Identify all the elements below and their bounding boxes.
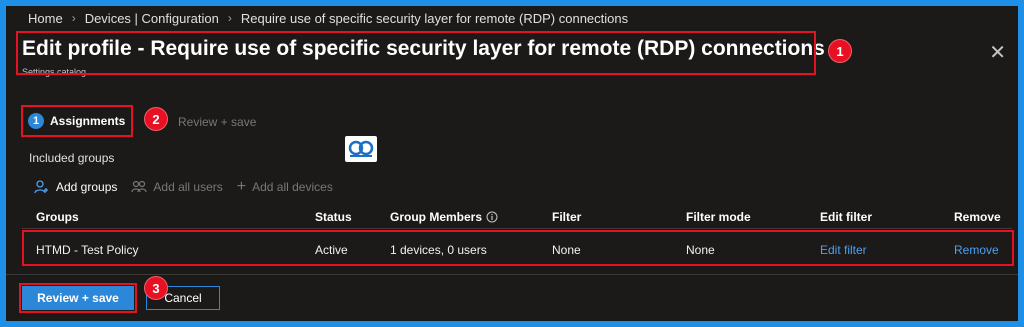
annotation-badge-3: 3 [144,276,168,300]
group-members-header-label: Group Members [390,210,483,224]
breadcrumb-current: Require use of specific security layer f… [240,11,629,26]
column-header-groups: Groups [36,210,79,224]
group-actions-toolbar: Add groups Add all users + Add all devic… [34,178,333,196]
add-groups-label: Add groups [56,180,118,194]
table-header-divider [22,228,1012,229]
chevron-right-icon: › [227,11,232,25]
highlight-title-box [16,31,816,75]
step-review-save: Review + save [178,115,257,129]
included-groups-label: Included groups [29,151,115,165]
highlight-table-row-box [22,230,1014,266]
plus-icon: + [236,178,247,195]
annotation-badge-1: 1 [828,39,852,63]
people-icon [131,180,147,193]
watermark-logo [345,136,377,162]
add-groups-button[interactable]: Add groups [34,180,117,194]
breadcrumb: Home › Devices | Configuration › Require… [28,11,628,26]
column-header-remove: Remove [954,210,1001,224]
column-header-filter: Filter [552,210,582,224]
annotation-badge-2: 2 [144,107,168,131]
column-header-edit-filter: Edit filter [820,210,873,224]
breadcrumb-devices-configuration[interactable]: Devices | Configuration [85,11,219,26]
column-header-group-members: Group Members [390,210,498,224]
info-icon[interactable] [486,211,498,223]
close-icon[interactable]: ✕ [989,40,1006,65]
add-all-users-label: Add all users [153,180,223,194]
chevron-right-icon: › [71,11,76,25]
footer-divider [6,274,1018,275]
breadcrumb-home[interactable]: Home [28,11,63,26]
edit-profile-panel: Home › Devices | Configuration › Require… [6,6,1018,321]
highlight-review-button-box [19,283,137,313]
add-all-devices-label: Add all devices [252,180,333,194]
logo-icon [348,140,374,157]
highlight-assignments-box [21,105,133,137]
column-header-status: Status [315,210,352,224]
person-add-icon [34,180,48,194]
column-header-filter-mode: Filter mode [686,210,751,224]
add-all-devices-button: + Add all devices [237,178,333,196]
add-all-users-button: Add all users [131,180,223,194]
